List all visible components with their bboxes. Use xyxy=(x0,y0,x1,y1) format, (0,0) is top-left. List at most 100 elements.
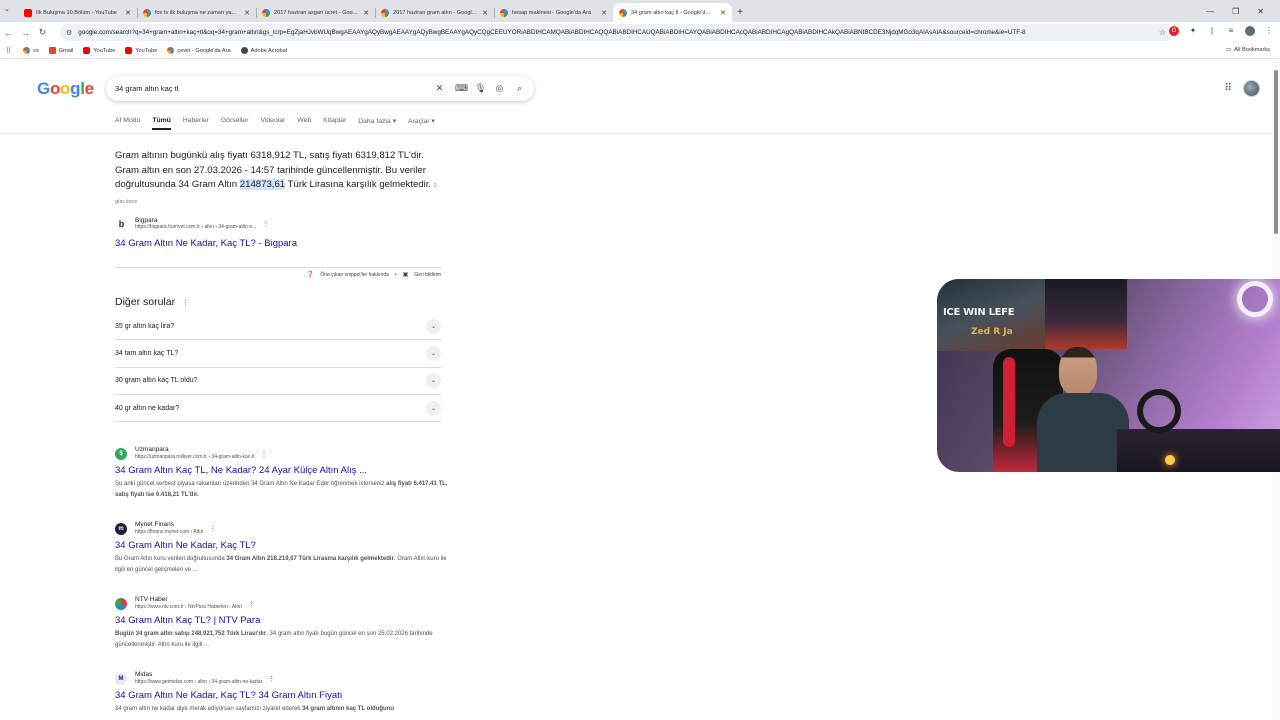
lens-icon[interactable]: ◎ xyxy=(495,83,504,94)
more-options-icon[interactable]: ⋮ xyxy=(262,220,269,228)
close-icon[interactable]: ✕ xyxy=(601,9,607,17)
tab-web[interactable]: Web xyxy=(297,117,311,130)
tab-books[interactable]: Kitaplar xyxy=(323,117,346,130)
result-title-link[interactable]: 34 Gram Altın Ne Kadar, Kaç TL? 34 Gram … xyxy=(115,690,450,701)
result-source[interactable]: NTV Haber https://www.ntv.com.tr › NtvPar… xyxy=(115,596,450,611)
minimize-icon[interactable]: — xyxy=(1206,7,1214,16)
all-bookmarks-button[interactable]: ▭ All Bookmarks xyxy=(1226,47,1270,53)
close-icon[interactable]: ✕ xyxy=(125,9,131,17)
extension-icon[interactable]: O xyxy=(1169,26,1179,36)
tab-news[interactable]: Haberler xyxy=(183,117,209,130)
tab-fox-tv[interactable]: fox tv ilk buluşma ne zaman ya... ✕ xyxy=(137,3,256,22)
site-info-icon[interactable]: ⚙ xyxy=(66,29,72,37)
paa-question[interactable]: 40 gr altın ne kadar? ⌄ xyxy=(115,395,441,423)
bookmark-item[interactable]: YouTube xyxy=(83,47,115,54)
bookmark-item[interactable]: çeviri - Google'da Ara xyxy=(167,47,231,54)
bookmark-item[interactable]: Adobe Acrobat xyxy=(240,47,288,54)
more-options-icon[interactable]: ⋮ xyxy=(268,675,275,683)
tab-label: hesap makinesi - Google'da Ara xyxy=(512,9,592,16)
search-result: m Mynet Finans https://finans.mynet.com ›… xyxy=(115,521,450,576)
bookmark-label: çeviri - Google'da Ara xyxy=(177,47,231,54)
all-bookmarks-label: All Bookmarks xyxy=(1234,47,1270,53)
more-options-icon[interactable]: ⋮ xyxy=(260,450,267,458)
tab-ai-mode[interactable]: AI Modu xyxy=(115,117,140,130)
bookmark-item[interactable]: YouTube xyxy=(125,47,157,54)
tab-gram-altin[interactable]: 2017 haziran gram altın - Googl... ✕ xyxy=(375,3,494,22)
search-input[interactable]: 34 gram altın kaç tl xyxy=(115,84,435,93)
media-icon[interactable]: ≡ xyxy=(1226,26,1236,36)
close-icon[interactable]: ✕ xyxy=(482,9,488,17)
address-bar[interactable]: ⚙ google.com/search?q=34+gram+altın+kaç+… xyxy=(60,24,1174,41)
bookmark-item[interactable]: Gmail xyxy=(48,47,73,54)
result-title-link[interactable]: 34 Gram Altın Kaç TL, Ne Kadar? 24 Ayar … xyxy=(115,465,450,476)
result-source[interactable]: M Midas https://www.getmidas.com › altın … xyxy=(115,671,450,686)
source-name: Bigpara xyxy=(135,217,158,224)
tab-active-search[interactable]: 34 gram altın kaç tl - Google'd... ✕ xyxy=(613,3,732,22)
paa-question[interactable]: 30 gram altın kaç TL oldu? ⌄ xyxy=(115,368,441,395)
logo-letter: e xyxy=(84,79,94,98)
snippet-title-link[interactable]: 34 Gram Altın Ne Kadar, Kaç TL? - Bigpar… xyxy=(115,238,297,249)
google-icon xyxy=(167,47,175,54)
close-icon[interactable]: ✕ xyxy=(244,9,250,17)
feedback-link[interactable]: Geri bildirim xyxy=(414,272,441,278)
result-url: https://finans.mynet.com › Altın xyxy=(135,529,204,535)
desc-bold: 34 gram altının kaç TL olduğunu xyxy=(302,706,394,712)
help-icon: ❓ xyxy=(306,272,315,278)
forward-icon[interactable]: → xyxy=(17,28,34,38)
search-icon[interactable]: ⌕ xyxy=(515,83,524,94)
back-icon[interactable]: ← xyxy=(0,28,17,38)
tab-label: 2017 haziran gram altın - Googl... xyxy=(393,9,477,16)
folder-icon: ▭ xyxy=(1225,47,1232,53)
more-options-icon[interactable]: ⋮ xyxy=(209,525,216,533)
more-options-icon[interactable]: ⋮ xyxy=(182,300,189,307)
google-logo[interactable]: Google xyxy=(37,79,94,99)
close-icon[interactable]: ✕ xyxy=(363,9,369,17)
tab-hesap-makinesi[interactable]: hesap makinesi - Google'da Ara ✕ xyxy=(494,3,613,22)
result-title-link[interactable]: 34 Gram Altın Kaç TL? | NTV Para xyxy=(115,615,450,626)
tab-asgari-ucret[interactable]: 2017 haziran asgari ücret - Goo... ✕ xyxy=(256,3,375,22)
menu-kebab-icon[interactable]: ⋮ xyxy=(1264,26,1274,36)
result-title-link[interactable]: 34 Gram Altın Ne Kadar, Kaç TL? xyxy=(115,540,450,551)
tab-search-icon[interactable]: ⌄ xyxy=(4,5,10,13)
about-snippets-link[interactable]: Öne çıkan snippet'ler hakkında xyxy=(320,272,389,278)
tab-all[interactable]: Tümü xyxy=(152,117,171,130)
avatar[interactable] xyxy=(1243,80,1260,97)
clear-icon[interactable]: ✕ xyxy=(435,83,444,94)
snippet-highlight: 214873,61 xyxy=(239,179,286,190)
scrollbar-thumb[interactable] xyxy=(1274,70,1278,234)
extensions-puzzle-icon[interactable]: ✦ xyxy=(1188,26,1198,36)
result-source[interactable]: m Mynet Finans https://finans.mynet.com ›… xyxy=(115,521,450,536)
bookmark-item[interactable]: cs xyxy=(23,47,39,54)
bookmark-label: Adobe Acrobat xyxy=(250,47,288,54)
microphone-icon[interactable]: 🎙 xyxy=(475,83,486,94)
apps-grid-icon[interactable]: ⠿ xyxy=(6,47,11,55)
chevron-down-icon[interactable]: ⌄ xyxy=(426,318,441,334)
tab-youtube[interactable]: İlk Buluşma 10.Bölüm - YouTube ✕ xyxy=(18,3,137,22)
keyboard-icon[interactable]: ⌨ xyxy=(455,83,468,94)
paa-question[interactable]: 34 tam altın kaç TL? ⌄ xyxy=(115,340,441,368)
gmail-icon xyxy=(48,47,56,54)
search-box[interactable]: 34 gram altın kaç tl ✕ ⌨ 🎙 ◎ ⌕ xyxy=(106,76,534,101)
close-window-icon[interactable]: ✕ xyxy=(1257,7,1264,16)
chevron-down-icon[interactable]: ⌄ xyxy=(426,373,441,389)
tab-more[interactable]: Daha fazla ▾ xyxy=(358,117,396,130)
chevron-down-icon[interactable]: ⌄ xyxy=(426,345,441,361)
reload-icon[interactable]: ↻ xyxy=(34,27,51,38)
bookmark-star-icon[interactable]: ☆ xyxy=(1159,28,1166,37)
close-icon[interactable]: ✕ xyxy=(720,9,726,17)
toolbar-actions: O ✦ | ≡ ⋮ xyxy=(1169,26,1274,36)
tab-images[interactable]: Görseller xyxy=(221,117,249,130)
more-options-icon[interactable]: ⋮ xyxy=(248,600,255,608)
restore-icon[interactable]: ❐ xyxy=(1232,7,1239,16)
snippet-source[interactable]: b Bigpara https://bigpara.hurriyet.com.t… xyxy=(115,217,270,230)
result-source[interactable]: $ Uzmanpara https://uzmanpara.milliyet.co… xyxy=(115,446,450,461)
profile-avatar-icon[interactable] xyxy=(1245,26,1255,36)
new-tab-button[interactable]: + xyxy=(732,3,748,22)
tab-tools[interactable]: Araçlar ▾ xyxy=(408,117,435,130)
google-apps-icon[interactable]: ⠿ xyxy=(1225,83,1232,94)
google-icon xyxy=(619,8,627,17)
chevron-down-icon[interactable]: ⌄ xyxy=(426,400,441,416)
paa-question[interactable]: 35 gr altın kaç lira? ⌄ xyxy=(115,313,441,341)
tab-videos[interactable]: Videolar xyxy=(260,117,285,130)
url-text[interactable]: google.com/search?q=34+gram+altın+kaç+tl… xyxy=(78,29,1159,36)
